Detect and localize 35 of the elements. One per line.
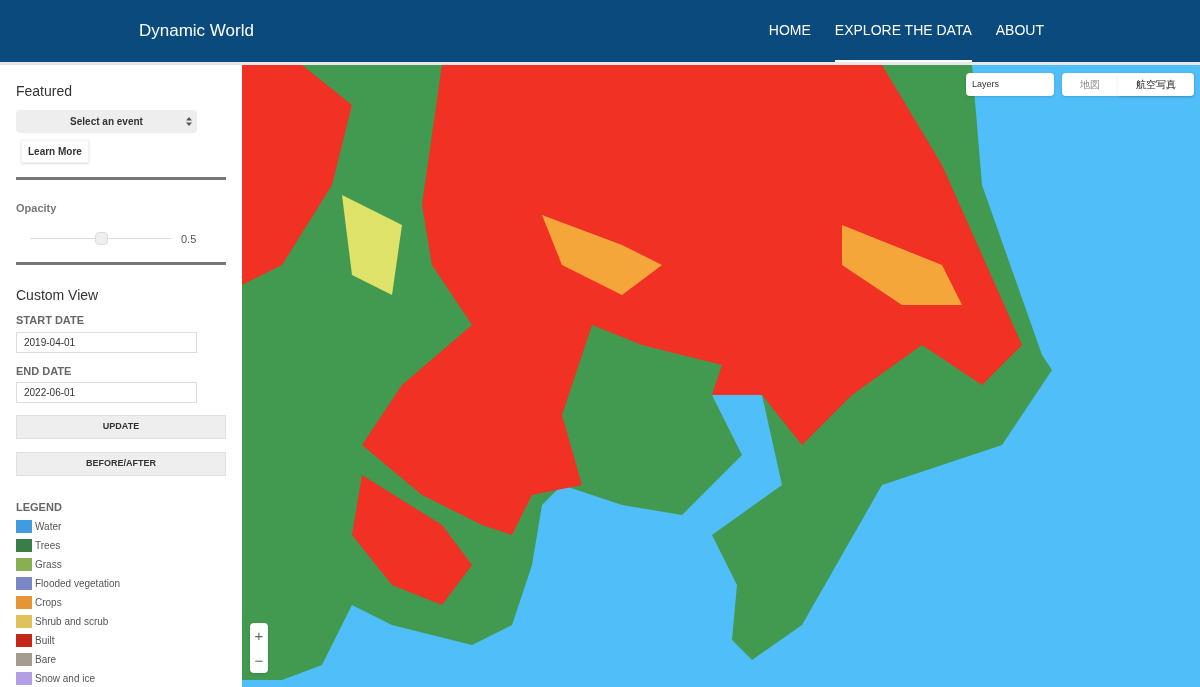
slider-thumb[interactable] [94,232,108,246]
site-title: Dynamic World [139,20,254,43]
layers-field[interactable]: Layers [966,73,1054,96]
opacity-slider[interactable] [30,231,171,246]
end-date-field[interactable]: 2022-06-01 [16,382,197,403]
legend-label: Snow and ice [35,671,96,686]
legend-label: Grass [35,557,62,572]
field-label: START DATE [16,313,86,328]
sort-icon [186,117,192,126]
map-type-tab[interactable]: 地図 [1062,73,1118,96]
nav-link[interactable]: HOME [768,0,811,62]
nav-link[interactable]: ABOUT [995,0,1044,62]
start-date-field[interactable]: 2019-04-01 [16,331,197,353]
field-label: END DATE [16,363,73,379]
opacity-value: 0.5 [181,231,197,247]
zoom-out-button[interactable]: − [250,648,268,673]
legend-label: Shrub and scrub [35,614,109,629]
action-button[interactable]: BEFORE/AFTER [16,452,226,476]
map-area[interactable]: Layers 地図 航空写真 + − [242,65,1200,687]
section-heading: Opacity [16,201,58,216]
nav-link[interactable]: EXPLORE THE DATA [834,0,972,62]
legend-label: Bare [35,652,57,667]
section-heading: Featured [16,82,74,101]
learn-more-button[interactable]: Learn More [21,140,89,163]
zoom-in-button[interactable]: + [250,623,268,648]
legend-label: Trees [35,538,61,553]
legend-heading: LEGEND [16,500,63,515]
map-type-tab[interactable]: 航空写真 [1118,73,1194,96]
section-heading: Custom View [16,286,100,305]
legend-label: Water [35,519,62,534]
legend-label: Built [35,633,55,648]
legend-label: Flooded vegetation [35,576,121,591]
legend-label: Crops [35,595,62,610]
action-button[interactable]: UPDATE [16,415,226,439]
event-select[interactable]: Select an event [16,110,197,133]
